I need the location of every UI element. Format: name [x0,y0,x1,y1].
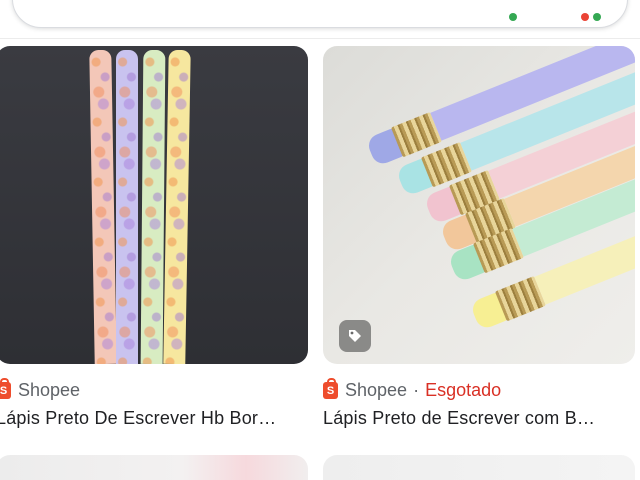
result-title[interactable]: Lápis Preto de Escrever com B… [323,408,635,429]
price-tag-icon[interactable] [339,320,371,352]
lens-icon[interactable] [509,13,517,21]
status-badge: Esgotado [425,379,502,400]
camera-icon-accent [593,13,601,21]
separator: · [413,379,420,400]
camera-icon[interactable] [581,13,589,21]
result-thumbnail-partial[interactable] [323,455,635,480]
result-thumbnail-partial[interactable] [0,455,308,480]
result-meta: S Shopee · Esgotado [323,377,635,402]
pencil-image [89,49,117,364]
pencil-image [116,50,138,364]
result-thumbnail[interactable] [0,46,308,364]
source-name[interactable]: Shopee [18,380,80,401]
result-card[interactable]: S Shopee · Esgotado Lápis Preto de Escre… [323,46,635,429]
result-thumbnail[interactable] [323,46,635,364]
source-name[interactable]: Shopee [345,380,407,401]
result-title[interactable]: Lápis Preto De Escrever Hb Bor… [0,408,308,429]
shopee-bag-icon: S [323,377,338,399]
result-card[interactable]: S Shopee Lápis Preto De Escrever Hb Bor… [0,46,308,429]
pencil-image [163,49,191,364]
result-meta: S Shopee [0,377,308,402]
search-bar[interactable] [12,0,628,28]
pencil-image [140,49,166,364]
header-divider [0,38,640,39]
shopee-bag-icon: S [0,377,11,399]
